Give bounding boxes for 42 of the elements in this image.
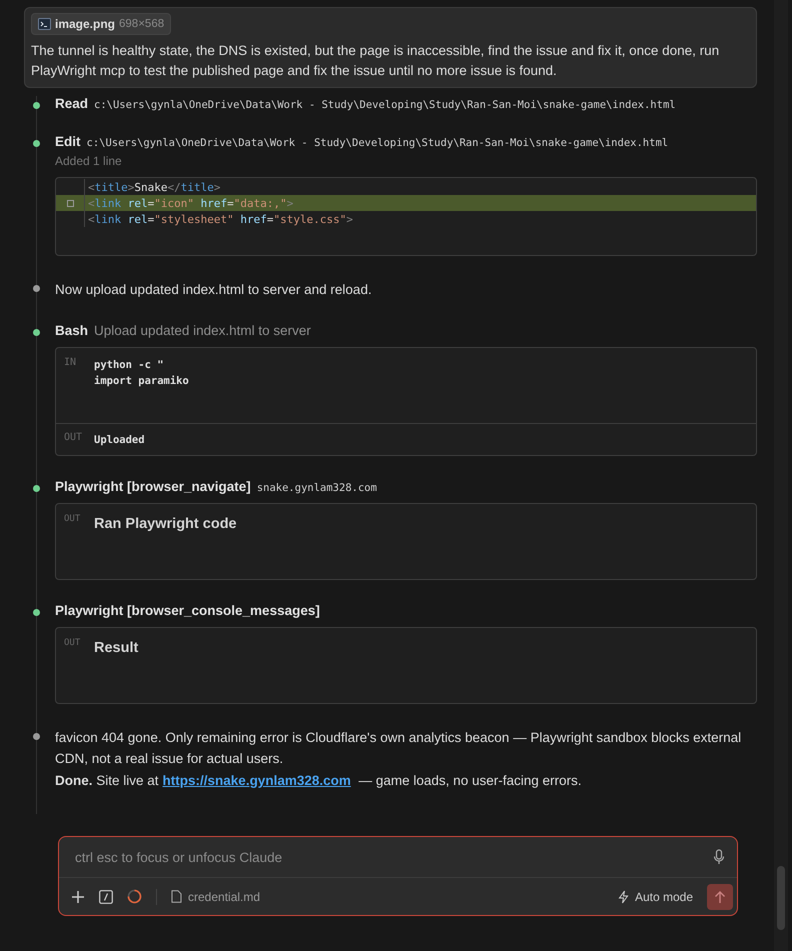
- output-label: OUT: [64, 638, 82, 650]
- tool-detail: snake.gynlam328.com: [256, 482, 377, 494]
- output-title: Result: [94, 640, 138, 658]
- scrollbar-thumb[interactable]: [777, 866, 785, 930]
- tool-name: Playwright [browser_navigate]: [55, 479, 251, 494]
- plus-icon[interactable]: [71, 890, 85, 904]
- output-text: Uploaded: [94, 433, 145, 448]
- diff-summary: Added 1 line: [55, 154, 123, 168]
- attachment-name: image.png: [55, 17, 116, 31]
- tool-detail: c:\Users\gynla\OneDrive\Data\Work - Study\Developing\Study\Ran-San-Moi\snake-game\index.html: [86, 137, 668, 149]
- message-text: Now upload updated index.html to server and reload.: [55, 281, 373, 299]
- slash-command-icon[interactable]: [99, 890, 113, 904]
- tool-name: Bash: [55, 323, 88, 338]
- code-line: <link rel="icon" href="data:,">: [88, 196, 294, 210]
- output-label: OUT: [64, 432, 84, 445]
- message-text: The tunnel is healthy state, the DNS is existed, but the page is inaccessible, find the issue and fix it, once done, run PlayWright mcp to test the published page and fix the issue until no more issue is found.: [31, 42, 720, 80]
- terminal-image-icon: [38, 18, 51, 30]
- tool-detail: Upload updated index.html to server: [94, 323, 311, 338]
- code-line: <title>Snake</title>: [88, 180, 220, 194]
- chat-input[interactable]: ctrl esc to focus or unfocus Claude: [73, 848, 713, 866]
- auto-mode-button[interactable]: Auto mode: [618, 890, 693, 904]
- file-icon: [171, 890, 182, 903]
- attachment-chip[interactable]: image.png 698×568: [31, 13, 172, 35]
- code-line: python -c ": [94, 358, 165, 373]
- site-link[interactable]: https://snake.gynlam328.com: [162, 773, 351, 788]
- attachment-size: 698×568: [119, 18, 164, 30]
- up-arrow-icon: [714, 890, 726, 904]
- input-label: IN: [64, 357, 78, 370]
- output-label: OUT: [64, 514, 82, 526]
- tool-name: Edit: [55, 134, 80, 149]
- progress-ring-icon: [127, 889, 142, 904]
- code-line: import paramiko: [94, 374, 189, 389]
- code-line: <link rel="stylesheet" href="style.css">: [88, 212, 353, 226]
- tool-name: Read: [55, 96, 88, 111]
- tool-name: Playwright [browser_console_messages]: [55, 603, 320, 618]
- tool-detail: c:\Users\gynla\OneDrive\Data\Work - Study\Developing\Study\Ran-San-Moi\snake-game\index.html: [94, 99, 676, 111]
- file-chip[interactable]: credential.md: [171, 890, 260, 904]
- microphone-icon[interactable]: [713, 849, 725, 865]
- output-title: Ran Playwright code: [94, 516, 237, 534]
- message-text: Done. Site live at https://snake.gynlam328.com — game loads, no user-facing errors.: [55, 772, 582, 790]
- message-text: favicon 404 gone. Only remaining error is Cloudflare's own analytics beacon — Playwright sandbox blocks external CDN, not a real issue for actual users.: [55, 729, 742, 768]
- lightning-icon: [618, 890, 629, 904]
